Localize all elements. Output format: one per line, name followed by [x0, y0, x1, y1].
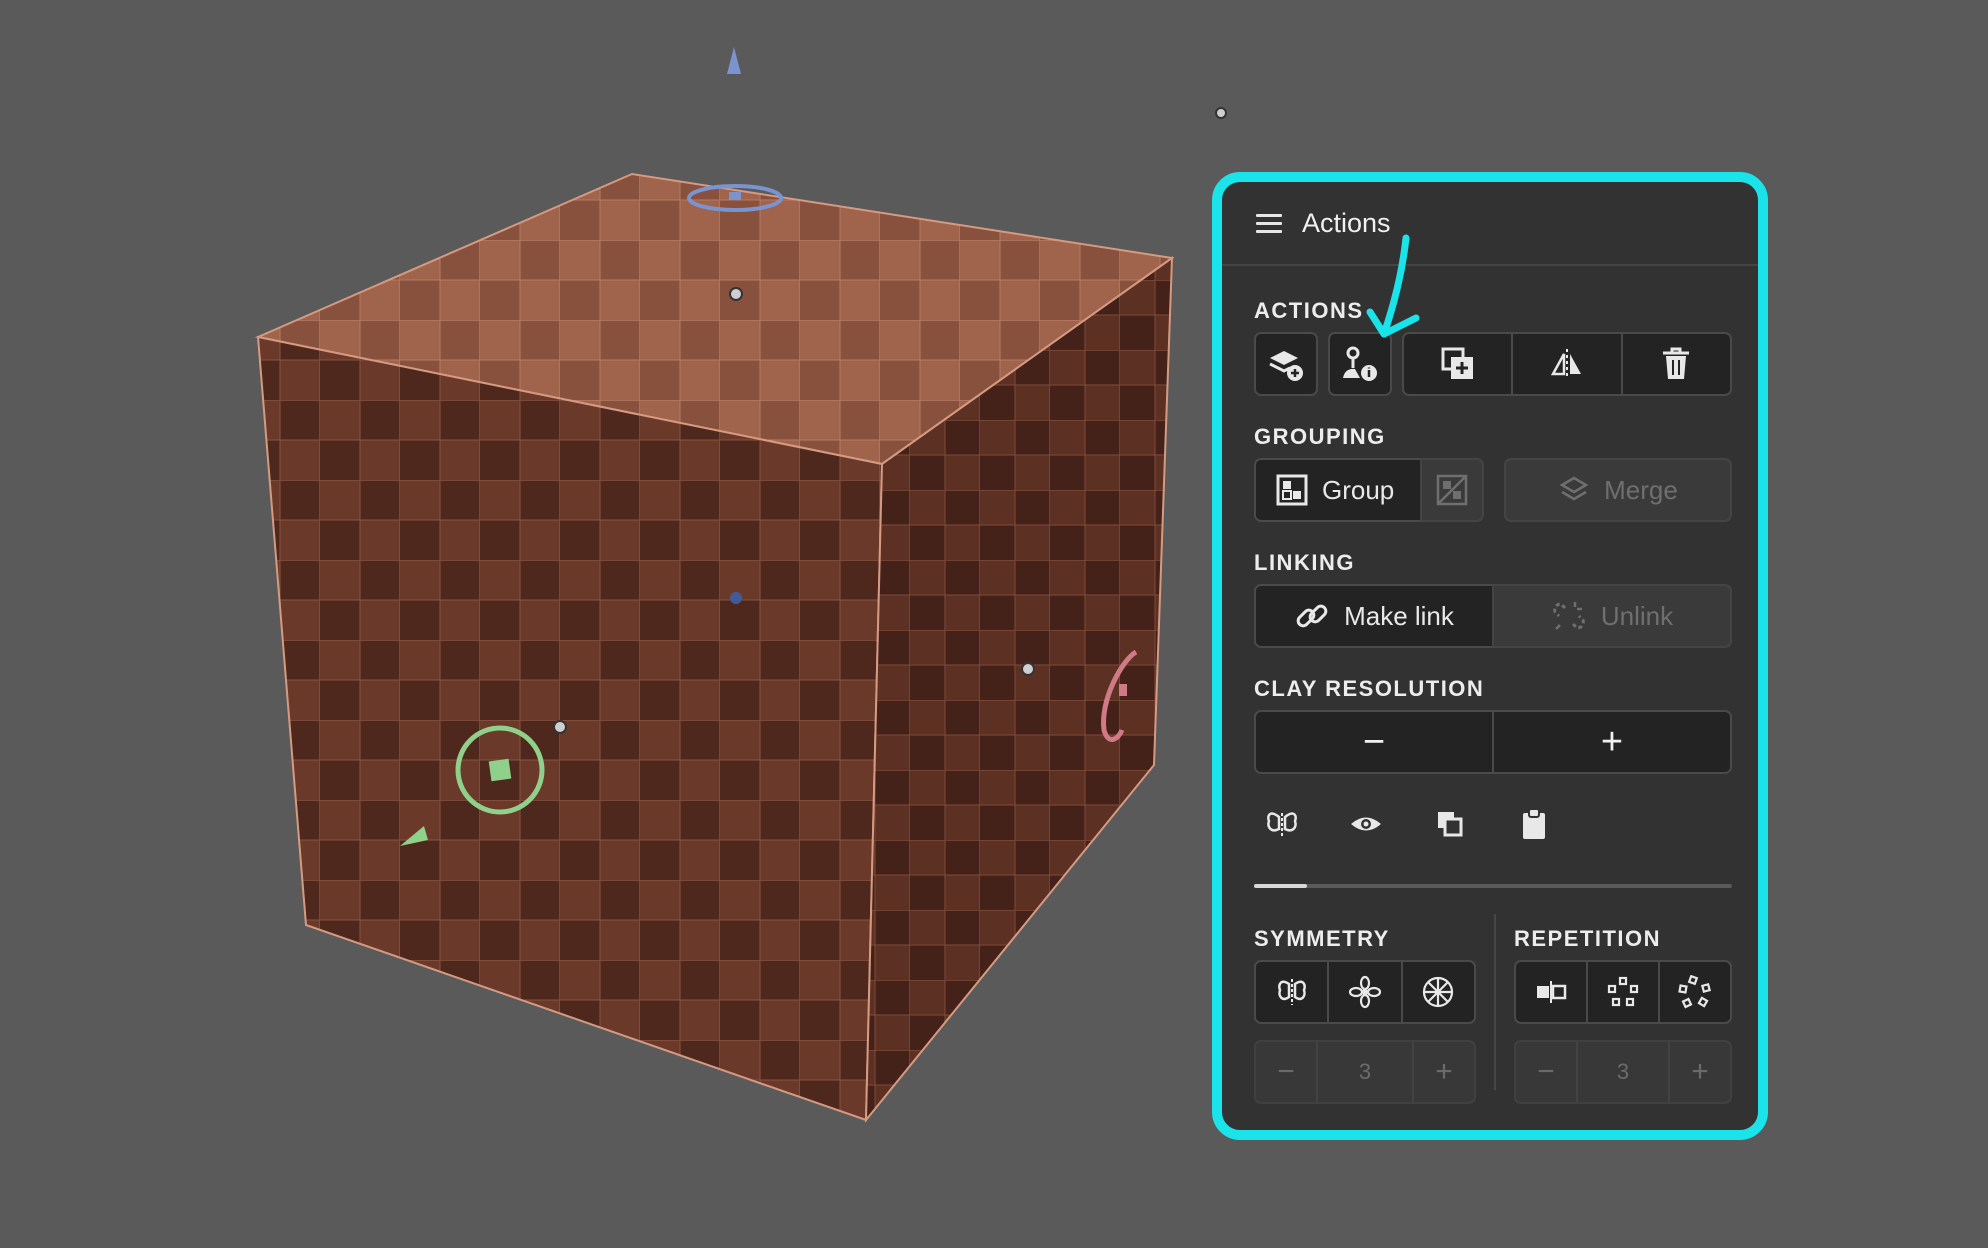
- annotation-arrow: [1366, 234, 1420, 338]
- control-point[interactable]: [553, 720, 567, 734]
- control-point[interactable]: [1215, 107, 1227, 119]
- repetition-count-stepper: − 3 +: [1514, 1040, 1732, 1104]
- cube-front-face[interactable]: [256, 335, 884, 1122]
- clay-resolution-control: − +: [1254, 710, 1732, 774]
- symmetry-count-stepper: − 3 +: [1254, 1040, 1476, 1104]
- repetition-linear-button[interactable]: [1516, 962, 1588, 1022]
- group-button[interactable]: Group: [1254, 458, 1422, 522]
- control-point[interactable]: [1021, 662, 1035, 676]
- mirror-symmetry-icon: [1277, 979, 1306, 1005]
- symmetry-count-increase[interactable]: +: [1414, 1042, 1474, 1102]
- unlink-label: Unlink: [1600, 600, 1674, 631]
- symmetry-radial-button[interactable]: [1329, 962, 1403, 1022]
- section-label-symmetry: SYMMETRY: [1254, 926, 1390, 951]
- section-label-linking: LINKING: [1254, 550, 1355, 575]
- eye-icon: [1351, 817, 1381, 831]
- linear-repeat-icon: [1537, 981, 1567, 1003]
- panel-header: Actions: [1222, 182, 1758, 266]
- symmetry-snowflake-button[interactable]: [1403, 962, 1474, 1022]
- group-label: Group: [1322, 474, 1395, 505]
- pivot-point[interactable]: [730, 592, 742, 604]
- group-icon: [1276, 474, 1308, 506]
- merge-label: Merge: [1604, 474, 1678, 505]
- unlink-button[interactable]: Unlink: [1492, 584, 1732, 648]
- object-actions-group: [1402, 332, 1732, 396]
- symmetry-toggle-button[interactable]: [1262, 804, 1302, 844]
- ungroup-button[interactable]: [1420, 458, 1484, 522]
- symmetry-count-value[interactable]: 3: [1318, 1042, 1414, 1102]
- actions-panel: Actions ACTIONS GROUPING Group Merge LIN…: [1212, 172, 1768, 1140]
- delete-button[interactable]: [1623, 334, 1730, 394]
- repetition-mode-group: [1514, 960, 1732, 1024]
- visibility-toggle-button[interactable]: [1346, 804, 1386, 844]
- repetition-count-decrease[interactable]: −: [1516, 1042, 1578, 1102]
- tool-slider[interactable]: [1254, 884, 1732, 888]
- control-point[interactable]: [729, 287, 743, 301]
- section-label-actions: ACTIONS: [1254, 298, 1364, 323]
- link-icon: [1296, 604, 1328, 628]
- paste-button[interactable]: [1514, 804, 1554, 844]
- section-label-clay-resolution: CLAY RESOLUTION: [1254, 676, 1485, 701]
- make-link-button[interactable]: Make link: [1254, 584, 1494, 648]
- repetition-count-value[interactable]: 3: [1578, 1042, 1670, 1102]
- merge-button[interactable]: Merge: [1504, 458, 1732, 522]
- y-axis-arrow-icon[interactable]: [727, 47, 741, 74]
- ungroup-icon: [1436, 474, 1468, 506]
- copy-button[interactable]: [1430, 804, 1470, 844]
- radial-flower-icon: [1348, 975, 1382, 1009]
- section-divider: [1494, 914, 1496, 1090]
- mirror-button[interactable]: [1513, 334, 1623, 394]
- hamburger-menu-icon[interactable]: [1256, 214, 1282, 234]
- section-label-repetition: REPETITION: [1514, 926, 1662, 951]
- symmetry-count-decrease[interactable]: −: [1256, 1042, 1318, 1102]
- section-label-grouping: GROUPING: [1254, 424, 1386, 449]
- add-layer-icon: [1269, 351, 1303, 381]
- make-link-label: Make link: [1344, 600, 1454, 631]
- repetition-count-increase[interactable]: +: [1670, 1042, 1730, 1102]
- symmetry-butterfly-icon: [1267, 812, 1297, 837]
- repetition-radial-button[interactable]: [1588, 962, 1660, 1022]
- duplicate-icon: [1441, 347, 1473, 379]
- add-layer-button[interactable]: [1254, 332, 1318, 396]
- snowflake-icon: [1423, 976, 1454, 1008]
- symmetry-mirror-button[interactable]: [1256, 962, 1330, 1022]
- symmetry-mode-group: [1254, 960, 1476, 1024]
- object-info-icon: [1343, 346, 1377, 381]
- clay-cube[interactable]: [254, 172, 1175, 1123]
- increase-resolution-button[interactable]: +: [1494, 712, 1730, 772]
- merge-icon: [1559, 476, 1589, 501]
- decrease-resolution-button[interactable]: −: [1256, 712, 1494, 772]
- unlink-icon: [1553, 602, 1585, 630]
- tool-slider-fill: [1254, 884, 1307, 888]
- mirror-icon: [1550, 349, 1581, 379]
- copy-icon: [1438, 812, 1463, 837]
- radial-repeat-icon: [1607, 976, 1639, 1007]
- clipboard-icon: [1523, 808, 1545, 839]
- trash-icon: [1663, 347, 1690, 379]
- scatter-repeat-icon: [1678, 975, 1712, 1009]
- repetition-scatter-button[interactable]: [1660, 962, 1730, 1022]
